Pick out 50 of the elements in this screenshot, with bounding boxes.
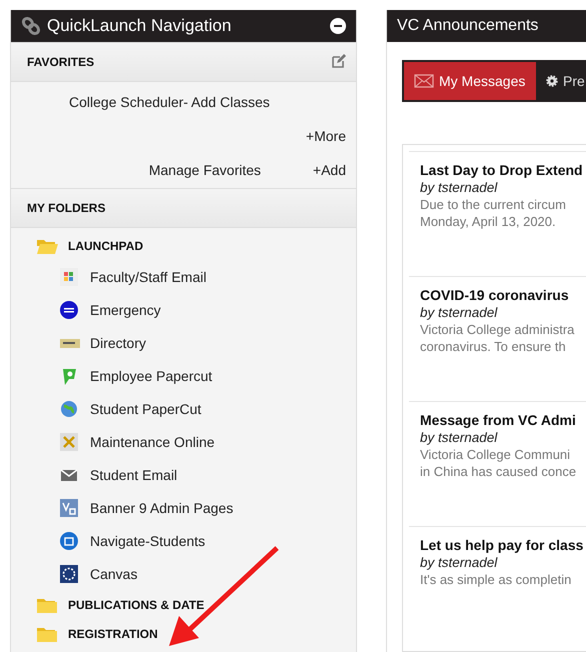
link-icon <box>21 16 41 36</box>
announcement-title[interactable]: Message from VC Admi <box>420 412 586 428</box>
folder-item[interactable]: LAUNCHPAD <box>11 231 356 260</box>
launchpad-link[interactable]: Emergency <box>11 293 356 326</box>
launchpad-link[interactable]: Banner 9 Admin Pages <box>11 491 356 524</box>
logo-tile-icon <box>60 498 80 516</box>
envelope-icon <box>414 74 434 88</box>
announcement-text: It's as simple as completin <box>420 572 572 587</box>
launchpad-link[interactable]: Student Email <box>11 458 356 491</box>
more-link[interactable]: +More <box>306 128 346 144</box>
canvas-logo-icon <box>60 564 80 582</box>
add-link[interactable]: +Add <box>312 162 346 178</box>
author-text: by tsternadel <box>420 180 498 195</box>
announcement-title[interactable]: Let us help pay for class <box>420 537 586 553</box>
launchpad-link[interactable]: Navigate-Students <box>11 524 356 557</box>
launchpad-link[interactable]: Student PaperCut <box>11 392 356 425</box>
globe-icon <box>60 400 80 418</box>
gear-icon <box>546 75 558 87</box>
panel-title: QuickLaunch Navigation <box>47 16 232 36</box>
announcement-title[interactable]: Last Day to Drop Extend <box>420 162 586 178</box>
launchpad-link[interactable]: Directory <box>11 326 356 359</box>
announcement-text: Monday, April 13, 2020. <box>420 214 557 229</box>
edit-icon <box>332 54 346 68</box>
collapse-button[interactable] <box>330 18 346 34</box>
launchpad-link[interactable]: Maintenance Online <box>11 425 356 458</box>
announcement-text: Due to the current circum <box>420 197 567 212</box>
launchpad-link[interactable]: Employee Papercut <box>11 359 356 392</box>
launchpad-link[interactable]: Faculty/Staff Email <box>11 260 356 293</box>
section-title: MY FOLDERS <box>27 201 106 215</box>
tools-icon <box>60 432 80 450</box>
favorite-link[interactable]: College Scheduler- Add Classes <box>69 94 346 110</box>
folder-item[interactable]: REGISTRATION <box>11 619 356 648</box>
announcement-title[interactable]: COVID-19 coronavirus <box>420 287 586 303</box>
announcement-text: Victoria College administra <box>420 322 576 337</box>
folder-item[interactable]: PUBLICATIONS & DATE <box>11 590 356 619</box>
panel-title: VC Announcements <box>397 17 538 35</box>
tab[interactable]: Pre <box>536 62 586 100</box>
edit-button[interactable] <box>332 54 346 68</box>
announcement-text: in China has caused conce <box>420 464 578 479</box>
announcement-text: Victoria College Communi <box>420 447 572 462</box>
app-grid-icon <box>60 268 80 286</box>
launchpad-link[interactable]: Canvas <box>11 557 356 590</box>
tab[interactable]: My Messages <box>404 62 536 100</box>
author-text: by tsternadel <box>420 555 498 570</box>
minus-circle-icon <box>330 18 346 34</box>
author-text: by tsternadel <box>420 305 498 320</box>
section-title: FAVORITES <box>27 55 94 69</box>
manage-favorites-link[interactable]: Manage Favorites <box>148 162 261 178</box>
author-text: by tsternadel <box>420 430 498 445</box>
announcement-text: coronavirus. To ensure th <box>420 339 567 354</box>
